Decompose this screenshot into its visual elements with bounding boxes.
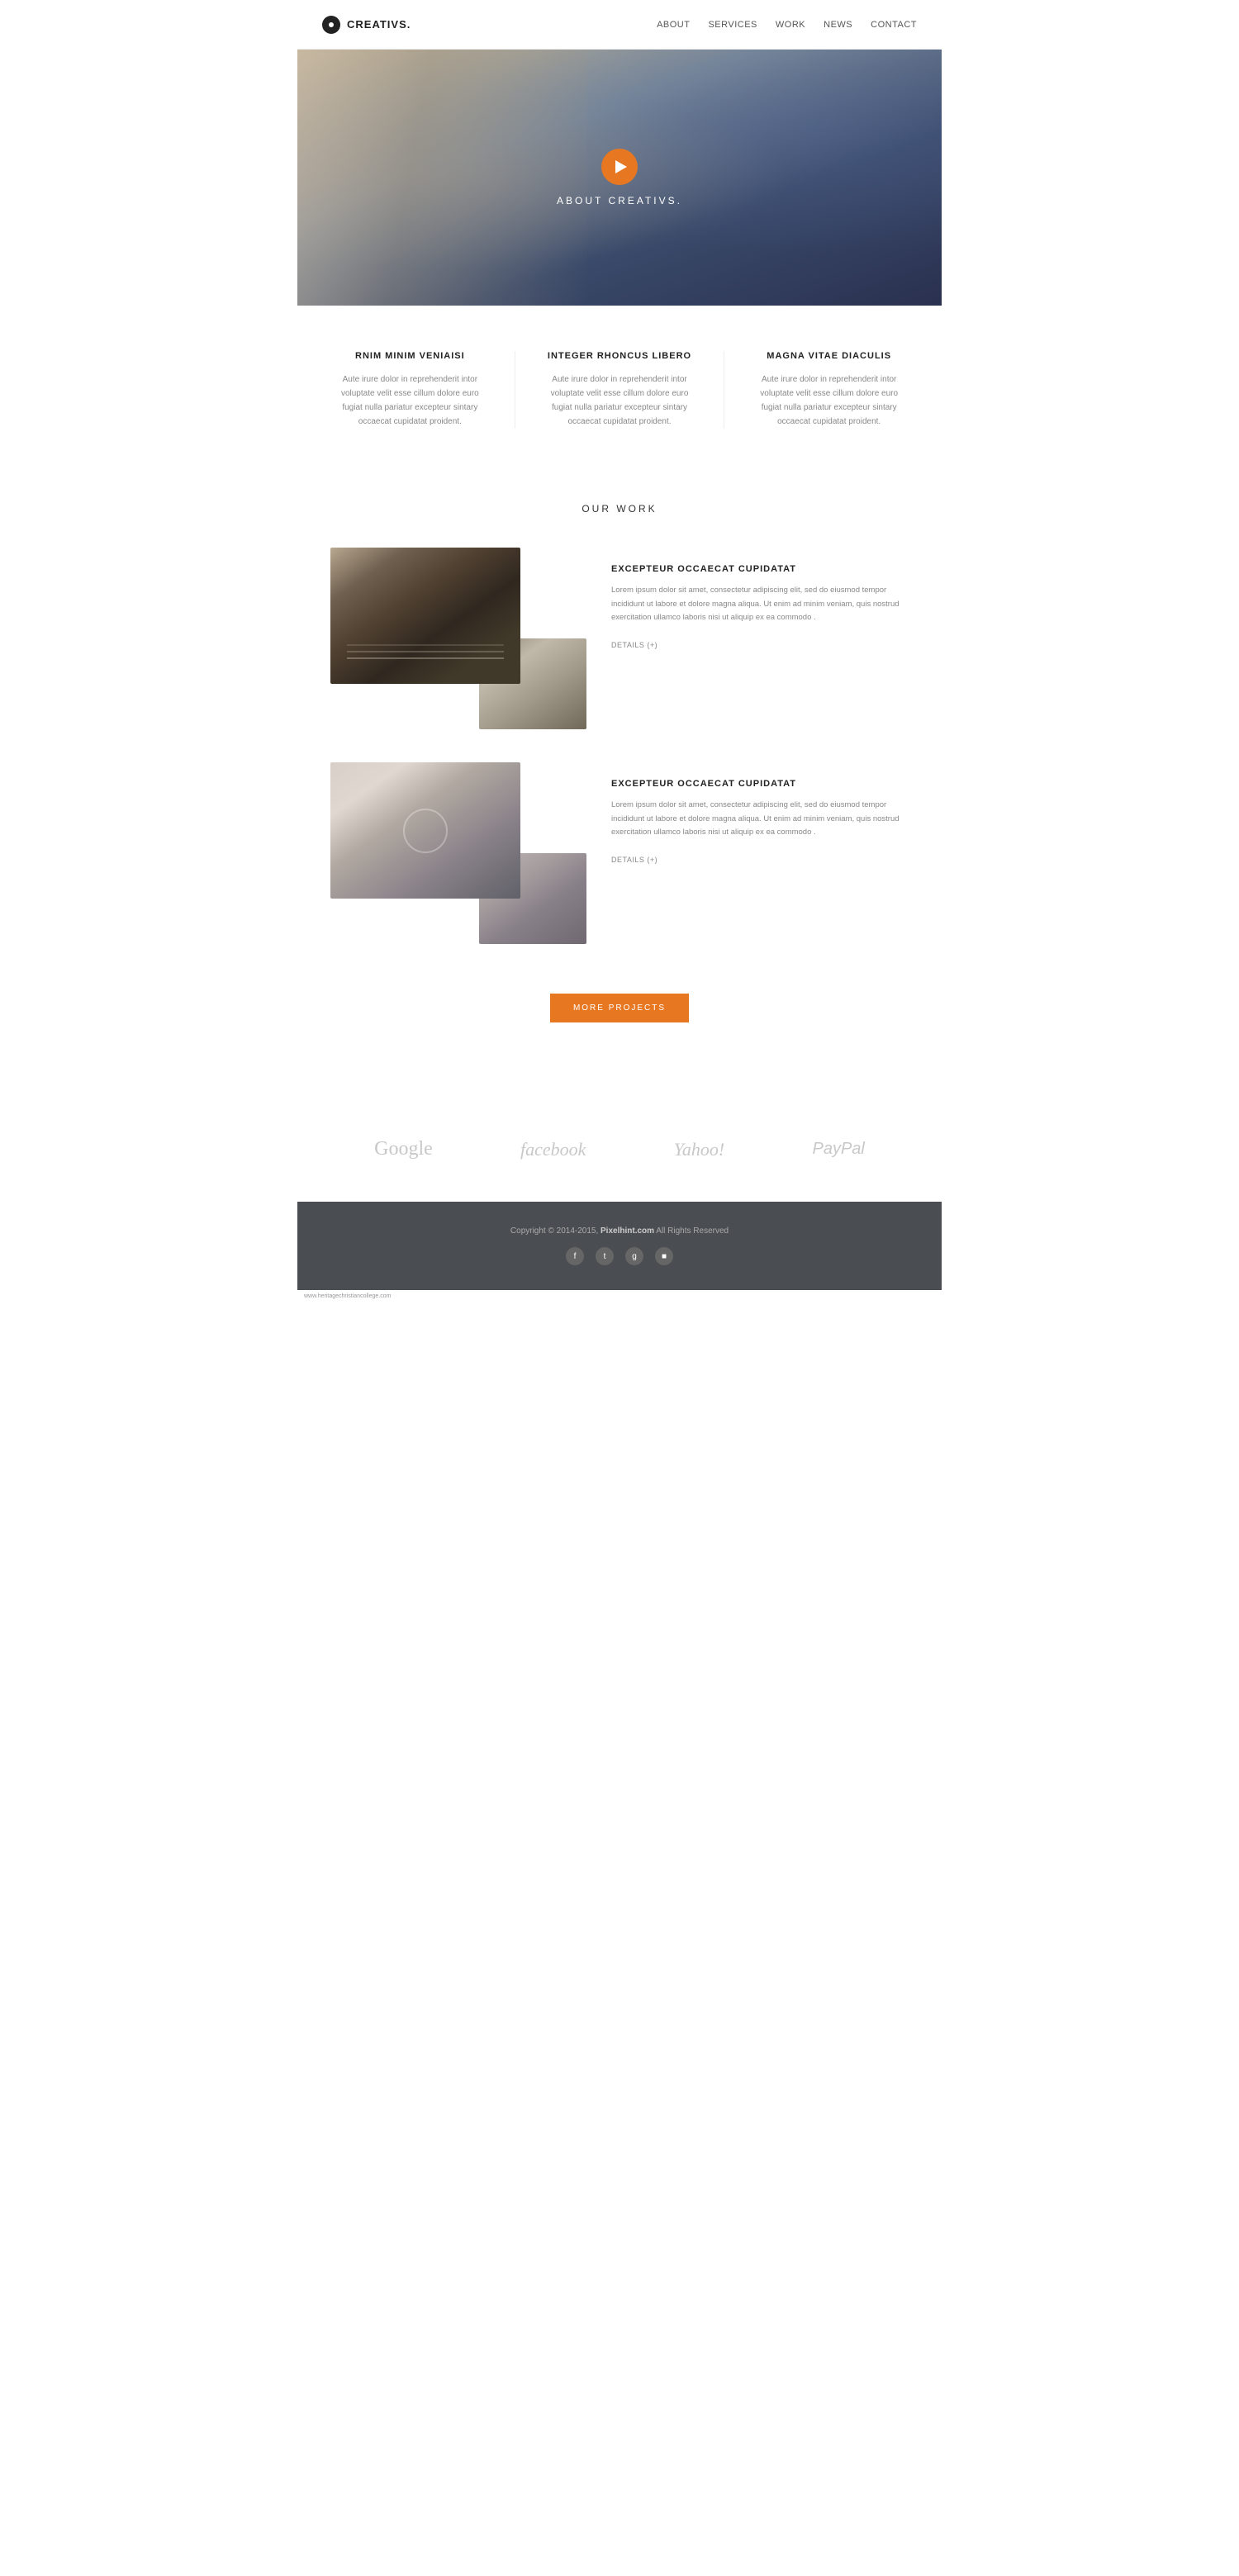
work-item-2: EXCEPTEUR OCCAECAT CUPIDATAT Lorem ipsum… — [330, 762, 909, 944]
work-images-2 — [330, 762, 586, 944]
feature-item-1: RNIM MINIM VENIAISI Aute irure dolor in … — [330, 351, 490, 429]
work-img-main-2 — [330, 762, 520, 899]
logo[interactable]: CREATIVS. — [322, 16, 411, 34]
social-twitter-icon[interactable]: t — [596, 1247, 614, 1265]
brand-paypal: PayPal — [812, 1140, 864, 1159]
hero-content: ABOUT CREATIVS. — [557, 149, 682, 206]
feature-item-2: INTEGER RHONCUS LIBERO Aute irure dolor … — [540, 351, 700, 429]
nav-work[interactable]: Work — [776, 20, 805, 30]
work-item-title-1: EXCEPTEUR OCCAECAT CUPIDATAT — [611, 564, 909, 574]
our-work-section: OUR WORK EXCEPTEUR OCCAECAT CUPIDATAT Lo… — [297, 470, 942, 1105]
work-item-1: EXCEPTEUR OCCAECAT CUPIDATAT Lorem ipsum… — [330, 548, 909, 729]
nav-contact[interactable]: Contact — [871, 20, 917, 30]
site-header: CREATIVS. About Services Work News Conta… — [297, 0, 942, 50]
watermark: www.heritagechristiancollege.com — [297, 1290, 942, 1302]
nav-news[interactable]: News — [824, 20, 852, 30]
feature-title-2: INTEGER RHONCUS LIBERO — [540, 351, 700, 361]
logos-section: Google facebook Yahoo! PayPal — [297, 1105, 942, 1202]
hero-person-decoration — [297, 50, 587, 306]
feature-item-3: MAGNA VITAE DIACULIS Aute irure dolor in… — [749, 351, 909, 429]
brand-google: Google — [374, 1138, 433, 1160]
hero-title: ABOUT CREATIVS. — [557, 195, 682, 206]
hero-section: ABOUT CREATIVS. — [297, 50, 942, 306]
work-info-1: EXCEPTEUR OCCAECAT CUPIDATAT Lorem ipsum… — [586, 548, 909, 652]
work-images-1 — [330, 548, 586, 729]
feature-title-1: RNIM MINIM VENIAISI — [330, 351, 490, 361]
work-item-desc-2: Lorem ipsum dolor sit amet, consectetur … — [611, 799, 909, 840]
social-facebook-icon[interactable]: f — [566, 1247, 584, 1265]
feature-title-3: MAGNA VITAE DIACULIS — [749, 351, 909, 361]
brand-yahoo: Yahoo! — [674, 1139, 725, 1160]
more-projects-wrapper: MORE PROJECTS — [330, 977, 909, 1064]
feature-text-1: Aute irure dolor in reprehenderit intor … — [330, 372, 490, 429]
main-nav: About Services Work News Contact — [657, 20, 917, 30]
nav-services[interactable]: Services — [708, 20, 757, 30]
play-button[interactable] — [601, 149, 638, 185]
social-rss-icon[interactable]: ■ — [655, 1247, 673, 1265]
social-gplus-icon[interactable]: g — [625, 1247, 643, 1265]
more-projects-button[interactable]: MORE PROJECTS — [550, 994, 689, 1022]
footer-copyright: Copyright © 2014-2015, Pixelhint.com All… — [330, 1226, 909, 1236]
details-link-1[interactable]: DETAILS (+) — [611, 641, 657, 649]
brand-facebook: facebook — [520, 1139, 586, 1160]
work-item-title-2: EXCEPTEUR OCCAECAT CUPIDATAT — [611, 779, 909, 789]
nav-about[interactable]: About — [657, 20, 690, 30]
features-section: RNIM MINIM VENIAISI Aute irure dolor in … — [297, 306, 942, 470]
work-info-2: EXCEPTEUR OCCAECAT CUPIDATAT Lorem ipsum… — [586, 762, 909, 866]
logo-icon — [322, 16, 340, 34]
details-link-2[interactable]: DETAILS (+) — [611, 856, 657, 864]
logo-text: CREATIVS. — [347, 18, 411, 31]
site-footer: Copyright © 2014-2015, Pixelhint.com All… — [297, 1202, 942, 1290]
feature-text-3: Aute irure dolor in reprehenderit intor … — [749, 372, 909, 429]
footer-social: f t g ■ — [330, 1247, 909, 1265]
work-img-main-1 — [330, 548, 520, 684]
work-item-desc-1: Lorem ipsum dolor sit amet, consectetur … — [611, 584, 909, 625]
feature-text-2: Aute irure dolor in reprehenderit intor … — [540, 372, 700, 429]
our-work-title: OUR WORK — [330, 503, 909, 515]
